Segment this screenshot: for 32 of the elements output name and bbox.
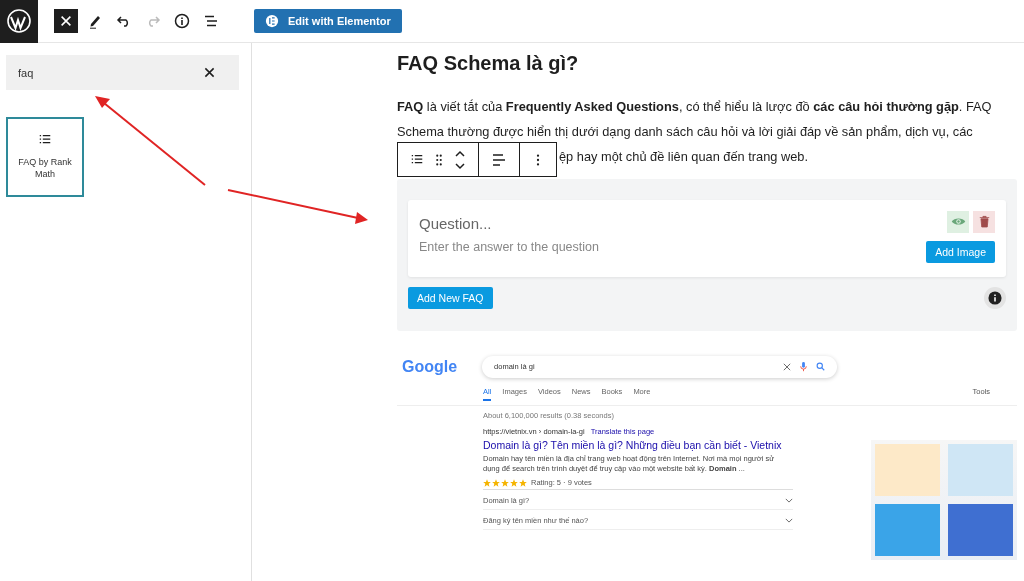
clear-icon[interactable] bbox=[783, 362, 792, 371]
close-icon bbox=[59, 14, 73, 28]
post-heading: FAQ Schema là gì? bbox=[397, 52, 580, 75]
list-view-icon bbox=[203, 13, 219, 29]
delete-button[interactable] bbox=[973, 210, 995, 233]
visibility-button[interactable] bbox=[947, 210, 969, 233]
align-left-icon[interactable] bbox=[491, 151, 507, 168]
trash-icon bbox=[978, 215, 990, 228]
info-icon bbox=[174, 13, 190, 29]
microphone-icon[interactable] bbox=[800, 361, 808, 372]
drag-handle-icon[interactable] bbox=[434, 152, 444, 167]
pencil-icon bbox=[87, 13, 103, 29]
clear-search-icon[interactable] bbox=[204, 67, 215, 78]
edit-with-elementor-button[interactable]: Edit with Elementor bbox=[254, 9, 402, 33]
wordpress-logo-icon[interactable] bbox=[0, 0, 38, 43]
info-button[interactable] bbox=[984, 286, 1006, 309]
close-button[interactable] bbox=[54, 9, 78, 33]
chevron-down-icon bbox=[785, 498, 793, 504]
result-title-link[interactable]: Domain là gì? Tên miền là gì? Những điều bạn cần biết - Vietnix bbox=[483, 438, 793, 451]
search-engine-logo: Google bbox=[402, 357, 458, 376]
more-options-icon[interactable] bbox=[536, 152, 540, 167]
eye-icon bbox=[950, 216, 966, 227]
chevron-down-icon bbox=[785, 518, 793, 524]
answer-field[interactable]: Enter the answer to the question bbox=[419, 239, 927, 254]
block-item[interactable]: FAQ by Rank Math bbox=[6, 117, 84, 197]
question-field[interactable]: Question... bbox=[419, 214, 927, 232]
info-icon bbox=[988, 290, 1002, 305]
paragraph-text: ệp hay một chủ đề liên quan đến trang web. bbox=[559, 148, 808, 164]
block-search-field[interactable]: faq bbox=[6, 55, 239, 90]
search-icon[interactable] bbox=[816, 362, 826, 371]
elementor-logo-icon bbox=[265, 14, 279, 28]
move-up-down-icon[interactable] bbox=[454, 149, 466, 170]
